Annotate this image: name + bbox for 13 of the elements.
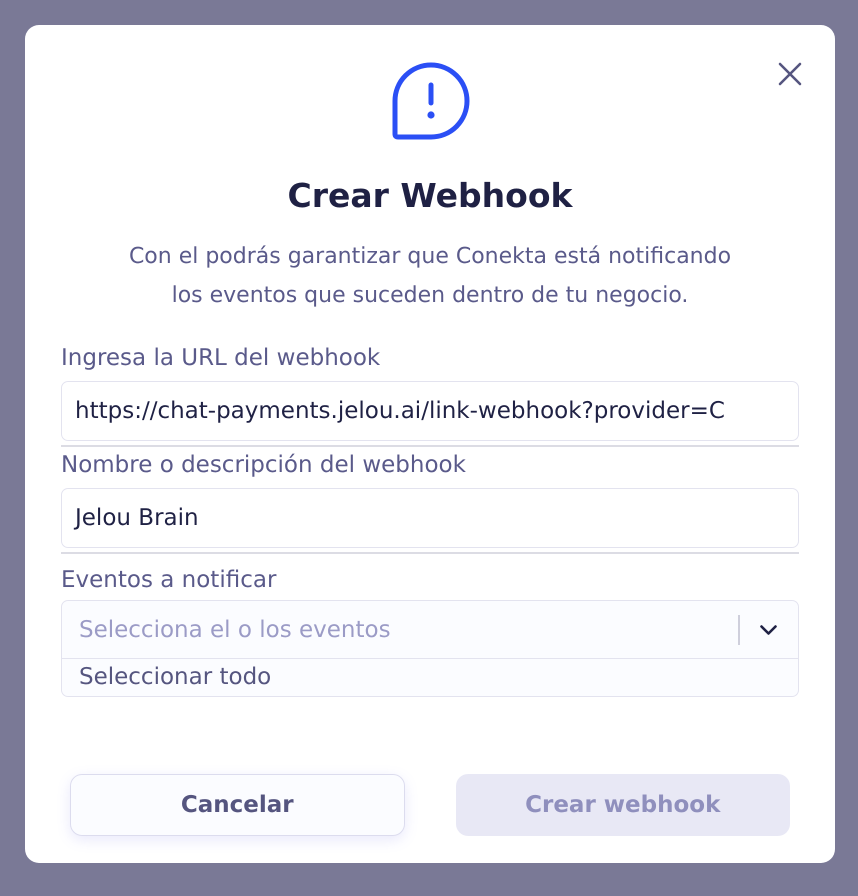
field-label: Nombre o descripción del webhook	[61, 452, 467, 479]
cancel-button[interactable]: Cancelar	[70, 774, 404, 836]
dropdown-option[interactable]: Seleccionar todo	[62, 659, 798, 696]
text-input[interactable]: https://chat-payments.jelou.ai/link-webhook?provider=C	[61, 381, 799, 441]
text-input[interactable]: Jelou Brain	[61, 488, 799, 548]
close-icon	[778, 62, 802, 86]
dialog-title: Crear Webhook	[286, 175, 574, 216]
chevron-down-icon	[760, 624, 777, 634]
field-label: Ingresa la URL del webhook	[61, 345, 382, 372]
field-label: Eventos a notificar	[61, 567, 278, 594]
close-button[interactable]	[778, 62, 802, 86]
dialog-description: Con el podrás garantizar que Conekta está notificando los eventos que suceden dentro de tu negocio.	[128, 243, 732, 310]
alert-bubble-icon	[390, 62, 470, 140]
